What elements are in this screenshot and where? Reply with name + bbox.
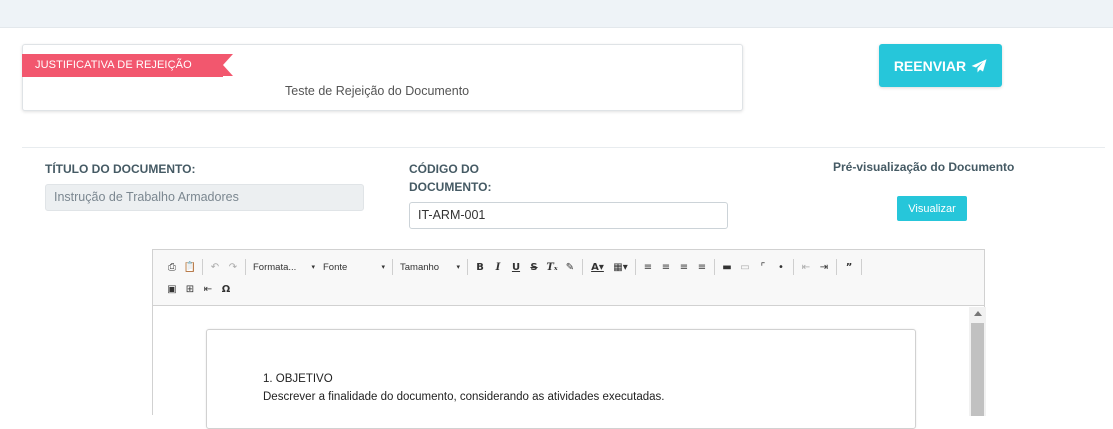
align-left-icon[interactable]: ≡ (641, 258, 656, 276)
paper-plane-icon (971, 58, 987, 72)
redo-icon[interactable]: ↷ (226, 258, 241, 276)
document-title-field: Instrução de Trabalho Armadores (45, 184, 364, 211)
bulleted-list-icon[interactable]: • (774, 258, 789, 276)
document-heading: 1. OBJETIVO (263, 373, 333, 385)
rejection-text: Teste de Rejeição do Documento (285, 84, 470, 98)
preview-label: Pré-visualização do Documento (833, 160, 1015, 174)
remove-format-icon[interactable]: Tₓ (545, 258, 560, 276)
toolbar-separator (392, 259, 393, 275)
scroll-up-icon[interactable] (974, 311, 982, 316)
unlink-icon[interactable]: ▭ (738, 258, 753, 276)
chevron-down-icon: ▾ (311, 264, 315, 271)
resend-label: REENVIAR (893, 57, 967, 74)
horizontal-line-icon[interactable]: ⇤ (201, 280, 216, 298)
font-select-label: Fonte (323, 261, 348, 273)
text-color-icon[interactable]: A▾ (588, 258, 608, 276)
font-select[interactable]: Fonte ▾ (319, 258, 389, 276)
indent-icon[interactable]: ⇥ (817, 258, 832, 276)
numbered-list-icon[interactable]: ⌜ (756, 258, 771, 276)
align-right-icon[interactable]: ≡ (677, 258, 692, 276)
rejection-badge: JUSTIFICATIVA DE REJEIÇÃO (22, 54, 233, 77)
document-code-input[interactable]: IT-ARM-001 (409, 202, 728, 229)
rejection-card: JUSTIFICATIVA DE REJEIÇÃO Teste de Rejei… (22, 44, 743, 111)
toolbar-separator (467, 259, 468, 275)
resend-button[interactable]: REENVIAR (879, 44, 1002, 87)
align-center-icon[interactable]: ≡ (659, 258, 674, 276)
background-color-icon[interactable]: ▦▾ (611, 258, 631, 276)
outdent-icon[interactable]: ⇤ (799, 258, 814, 276)
section-divider (22, 147, 1105, 148)
image-icon[interactable]: ▣ (165, 280, 180, 298)
toolbar-separator (793, 259, 794, 275)
align-justify-icon[interactable]: ≡ (695, 258, 710, 276)
toolbar-separator (836, 259, 837, 275)
bold-icon[interactable]: B (473, 258, 488, 276)
toolbar-separator (635, 259, 636, 275)
vertical-scrollbar[interactable] (969, 307, 986, 416)
size-select-label: Tamanho (400, 261, 440, 273)
format-select[interactable]: Formata... ▾ (249, 258, 319, 276)
top-bar (0, 0, 1113, 28)
link-icon[interactable]: ▬ (720, 258, 735, 276)
document-code-label-line1: CÓDIGO DO (409, 162, 480, 176)
brush-icon[interactable]: ✎ (563, 258, 578, 276)
toolbar-separator (202, 259, 203, 275)
rich-text-editor: ⎙ 📋 ↶ ↷ Formata... ▾ Fonte ▾ Tamanho ▾ B I … (152, 249, 986, 429)
document-title-label: TÍTULO DO DOCUMENTO: (45, 162, 196, 176)
toolbar-separator (861, 259, 862, 275)
blockquote-icon[interactable]: ” (842, 258, 857, 276)
toolbar-separator (582, 259, 583, 275)
chevron-down-icon: ▾ (456, 264, 460, 271)
format-select-label: Formata... (253, 261, 297, 273)
italic-icon[interactable]: I (491, 258, 506, 276)
toolbar-separator (714, 259, 715, 275)
toolbar-separator (245, 259, 246, 275)
print-icon[interactable]: ⎙ (165, 258, 180, 276)
size-select[interactable]: Tamanho ▾ (396, 258, 464, 276)
preview-button[interactable]: Visualizar (897, 196, 967, 221)
undo-icon[interactable]: ↶ (208, 258, 223, 276)
document-code-label: CÓDIGO DO DOCUMENTO: (409, 160, 491, 196)
document-code-label-line2: DOCUMENTO: (409, 180, 492, 194)
document-paragraph: Descrever a finalidade do documento, con… (263, 391, 665, 403)
special-character-icon[interactable]: Ω (219, 280, 234, 298)
underline-icon[interactable]: U (509, 258, 524, 276)
editor-toolbar: ⎙ 📋 ↶ ↷ Formata... ▾ Fonte ▾ Tamanho ▾ B I … (153, 250, 984, 306)
table-icon[interactable]: ⊞ (183, 280, 198, 298)
strikethrough-icon[interactable]: S (527, 258, 542, 276)
scrollbar-thumb[interactable] (971, 323, 984, 416)
document-page[interactable]: 1. OBJETIVO Descrever a finalidade do do… (206, 329, 916, 429)
chevron-down-icon: ▾ (381, 264, 385, 271)
editor-content-area[interactable]: 1. OBJETIVO Descrever a finalidade do do… (153, 307, 986, 429)
paste-icon[interactable]: 📋 (183, 258, 198, 276)
